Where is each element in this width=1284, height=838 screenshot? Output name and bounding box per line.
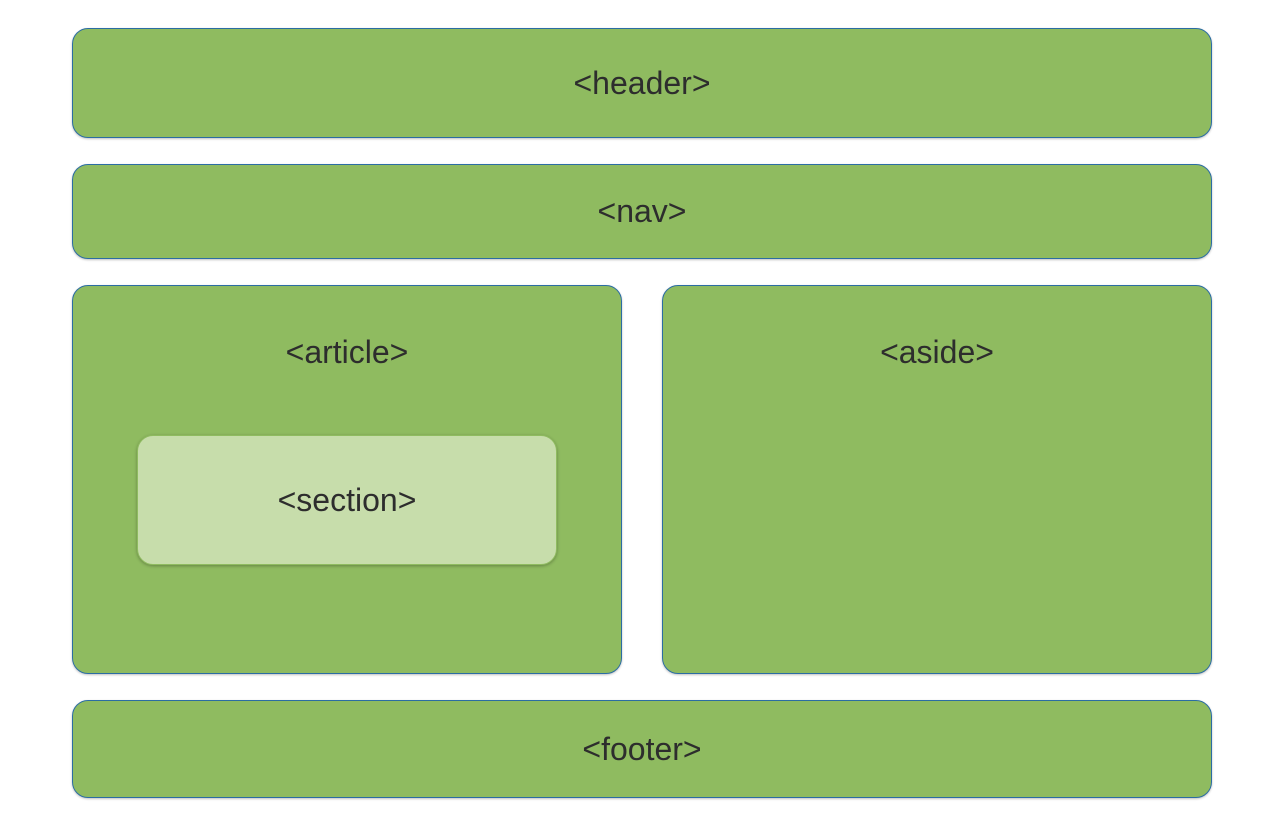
article-element-box: <article> <section> — [72, 285, 622, 674]
aside-label: <aside> — [880, 334, 994, 371]
footer-element-box: <footer> — [72, 700, 1212, 798]
header-element-box: <header> — [72, 28, 1212, 138]
article-label: <article> — [286, 334, 409, 371]
nav-element-box: <nav> — [72, 164, 1212, 259]
section-label: <section> — [278, 482, 417, 519]
middle-row: <article> <section> <aside> — [72, 285, 1212, 674]
footer-label: <footer> — [582, 731, 701, 768]
nav-label: <nav> — [598, 193, 687, 230]
aside-element-box: <aside> — [662, 285, 1212, 674]
html5-layout-diagram: <header> <nav> <article> <section> <asid… — [72, 28, 1212, 798]
header-label: <header> — [573, 65, 710, 102]
section-element-box: <section> — [137, 435, 557, 565]
